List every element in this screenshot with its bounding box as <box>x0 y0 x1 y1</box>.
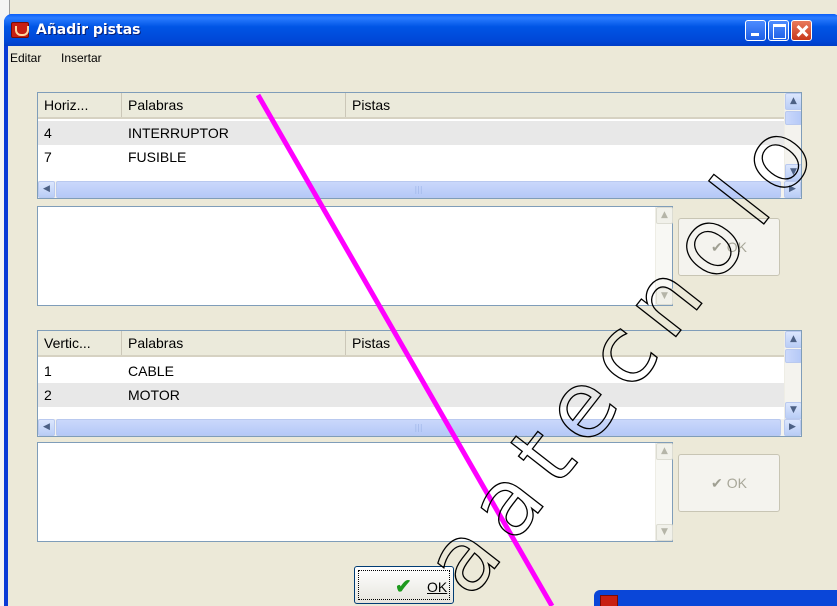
horizontal-words-list[interactable]: Horiz... Palabras Pistas 4 INTERRUPTOR 7… <box>37 92 802 199</box>
list-item[interactable]: 4 INTERRUPTOR <box>38 121 786 145</box>
scroll-up-icon[interactable]: ▲ <box>785 93 801 110</box>
item-word: INTERRUPTOR <box>128 125 229 141</box>
column-header-horizontal[interactable]: Horiz... <box>38 93 122 117</box>
horizontal-clue-textarea[interactable]: ▲ ▼ <box>37 206 673 306</box>
menu-bar: Editar Insertar <box>8 46 837 70</box>
ok-horizontal-clue-button[interactable]: ✔ OK <box>678 218 780 276</box>
vertical-words-list[interactable]: Vertic... Palabras Pistas 1 CABLE 2 MOTO… <box>37 330 802 437</box>
minimize-button[interactable] <box>745 20 766 41</box>
scroll-right-icon[interactable]: ▶ <box>784 419 801 436</box>
list-item[interactable]: 2 MOTOR <box>38 383 786 407</box>
ok-label: OK <box>726 239 747 255</box>
close-button[interactable] <box>791 20 812 41</box>
dialog-client-area: Editar Insertar Horiz... Palabras Pistas… <box>8 46 837 606</box>
item-word: FUSIBLE <box>128 149 187 165</box>
item-word: CABLE <box>128 363 174 379</box>
scroll-down-icon[interactable]: ▼ <box>656 288 673 305</box>
column-header-palabras[interactable]: Palabras <box>122 93 346 117</box>
app-icon <box>600 595 618 606</box>
scroll-up-icon[interactable]: ▲ <box>785 331 801 348</box>
background-window-titlebar[interactable] <box>594 590 837 606</box>
ok-label: OK <box>427 579 448 595</box>
horizontal-scrollbar[interactable]: ◀ ||| ▶ <box>38 419 801 436</box>
item-word: MOTOR <box>128 387 180 403</box>
title-bar[interactable]: Añadir pistas <box>4 14 837 46</box>
menu-insertar[interactable]: Insertar <box>61 51 102 65</box>
check-icon: ✔ <box>711 475 723 491</box>
column-header-palabras[interactable]: Palabras <box>122 331 346 355</box>
ok-vertical-clue-button[interactable]: ✔ OK <box>678 454 780 512</box>
app-icon[interactable] <box>11 22 29 38</box>
scroll-right-icon[interactable]: ▶ <box>784 181 801 198</box>
vertical-clue-textarea[interactable]: ▲ ▼ <box>37 442 673 542</box>
scroll-down-icon[interactable]: ▼ <box>656 524 673 541</box>
maximize-button[interactable] <box>768 20 789 41</box>
horizontal-scrollbar[interactable]: ◀ ||| ▶ <box>38 181 801 198</box>
screen: Añadir pistas Editar Insertar Horiz... P… <box>0 0 837 606</box>
check-icon: ✔ <box>395 576 412 598</box>
check-icon: ✔ <box>711 239 723 255</box>
list-header: Vertic... Palabras Pistas <box>38 331 801 357</box>
scroll-thumb[interactable]: ||| <box>56 181 781 198</box>
scroll-left-icon[interactable]: ◀ <box>38 181 55 198</box>
list-item[interactable]: 1 CABLE <box>38 359 786 383</box>
scroll-up-icon[interactable]: ▲ <box>656 207 673 224</box>
scroll-down-icon[interactable]: ▼ <box>785 164 801 181</box>
item-number: 1 <box>44 363 52 379</box>
list-item[interactable]: 7 FUSIBLE <box>38 145 786 169</box>
menu-editar[interactable]: Editar <box>10 51 41 65</box>
scroll-thumb[interactable] <box>785 349 801 363</box>
item-number: 7 <box>44 149 52 165</box>
column-header-vertical[interactable]: Vertic... <box>38 331 122 355</box>
scroll-thumb[interactable]: ||| <box>56 419 781 436</box>
column-header-pistas[interactable]: Pistas <box>346 331 786 355</box>
vertical-scrollbar[interactable]: ▲ ▼ <box>784 93 801 181</box>
list-header: Horiz... Palabras Pistas <box>38 93 801 119</box>
scroll-thumb[interactable] <box>785 111 801 125</box>
column-header-pistas[interactable]: Pistas <box>346 93 786 117</box>
item-number: 4 <box>44 125 52 141</box>
scroll-left-icon[interactable]: ◀ <box>38 419 55 436</box>
window-title: Añadir pistas <box>36 22 141 38</box>
scroll-up-icon[interactable]: ▲ <box>656 443 673 460</box>
vertical-scrollbar[interactable]: ▲ ▼ <box>784 331 801 419</box>
ok-button[interactable]: ✔ OK <box>354 566 454 604</box>
anadir-pistas-dialog: Añadir pistas Editar Insertar Horiz... P… <box>4 14 837 606</box>
ok-label: OK <box>726 475 747 491</box>
vertical-scrollbar[interactable]: ▲ ▼ <box>655 207 673 305</box>
vertical-scrollbar[interactable]: ▲ ▼ <box>655 443 673 541</box>
background-toolbar <box>0 0 837 14</box>
scroll-down-icon[interactable]: ▼ <box>785 402 801 419</box>
item-number: 2 <box>44 387 52 403</box>
